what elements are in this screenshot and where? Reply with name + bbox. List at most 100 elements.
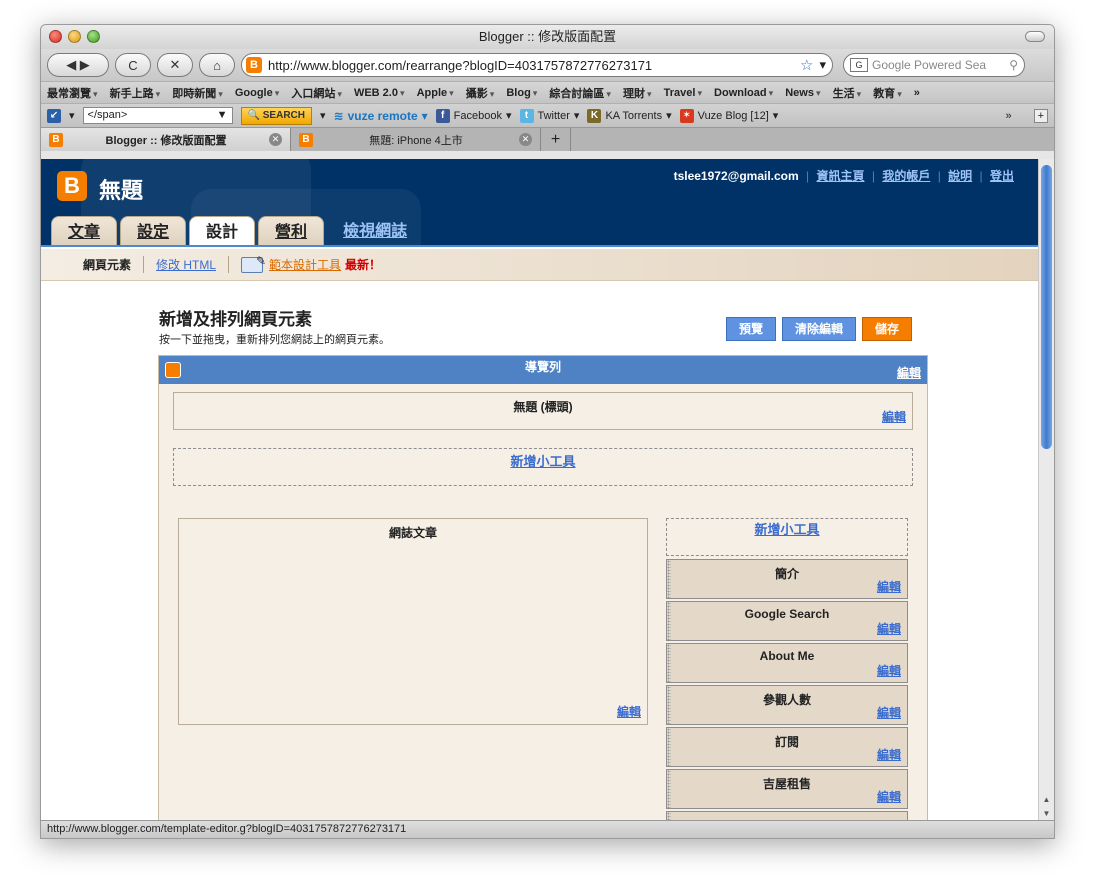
- sidebar-widget-subscribe[interactable]: 訂閱 編輯: [666, 727, 908, 767]
- drag-handle[interactable]: [667, 602, 671, 640]
- bookmark-folder[interactable]: Blog ▾: [506, 87, 537, 99]
- search-box[interactable]: G Google Powered Sea ⚲: [843, 53, 1025, 77]
- bookmark-folder[interactable]: Apple ▾: [417, 87, 454, 99]
- add-gadget-link[interactable]: 新增小工具: [510, 454, 575, 469]
- blogger-logo-icon[interactable]: B: [57, 171, 87, 201]
- dashboard-link[interactable]: 資訊主頁: [817, 169, 865, 183]
- help-link[interactable]: 說明: [948, 169, 972, 183]
- toolbar-dropdown-icon[interactable]: ▾: [69, 109, 75, 122]
- sidebar-widget-profile[interactable]: 簡介 編輯: [666, 559, 908, 599]
- tab-design[interactable]: 設計: [189, 216, 256, 247]
- add-gadget-sidebar[interactable]: 新增小工具: [666, 518, 908, 556]
- reload-button[interactable]: C: [115, 53, 151, 77]
- stop-button[interactable]: ✕: [157, 53, 193, 77]
- blog-posts-widget[interactable]: 網誌文章 編輯: [178, 518, 648, 725]
- search-icon[interactable]: ⚲: [1009, 58, 1018, 72]
- my-account-link[interactable]: 我的帳戶: [882, 169, 930, 183]
- drag-handle[interactable]: [667, 644, 671, 682]
- url-input[interactable]: http://www.blogger.com/rearrange?blogID=…: [268, 58, 794, 73]
- back-forward-button[interactable]: ◀ ▶: [47, 53, 109, 77]
- bookmark-folder[interactable]: Google ▾: [235, 87, 280, 99]
- toolbar-combo-input[interactable]: </span> ▼: [82, 107, 233, 124]
- scroll-up-arrow-icon[interactable]: ▲: [1039, 793, 1054, 807]
- blog-posts-edit-link[interactable]: 編輯: [617, 703, 641, 720]
- zoom-window-button[interactable]: [87, 30, 100, 43]
- search-input[interactable]: Google Powered Sea: [872, 58, 1005, 72]
- bookmark-folder[interactable]: 最常瀏覽 ▾: [47, 85, 98, 101]
- subnav-template-designer[interactable]: 範本設計工具: [269, 258, 341, 272]
- toolbar-search-button[interactable]: 🔍 SEARCH: [240, 106, 312, 125]
- bookmark-folder[interactable]: Travel ▾: [664, 87, 702, 99]
- widget-edit-link[interactable]: 編輯: [877, 788, 901, 805]
- bookmark-folder[interactable]: 新手上路 ▾: [110, 85, 161, 101]
- vuze-remote-button[interactable]: ≋ vuze remote ▾: [334, 109, 428, 123]
- clear-edits-button[interactable]: 清除編輯: [781, 317, 856, 341]
- drag-handle[interactable]: [667, 770, 671, 808]
- tab-blogger-layout[interactable]: B Blogger :: 修改版面配置 ✕: [41, 128, 291, 151]
- home-button[interactable]: ⌂: [199, 53, 235, 77]
- vertical-scrollbar[interactable]: ▲ ▼: [1038, 159, 1054, 823]
- bookmark-folder[interactable]: 生活 ▾: [833, 85, 862, 101]
- twitter-button[interactable]: t Twitter ▾: [519, 108, 579, 123]
- header-edit-link[interactable]: 編輯: [882, 408, 906, 425]
- widget-edit-link[interactable]: 編輯: [877, 578, 901, 595]
- save-button[interactable]: 儲存: [861, 317, 912, 341]
- sidebar-widget-visitors[interactable]: 參觀人數 編輯: [666, 685, 908, 725]
- bookmark-folder[interactable]: News ▾: [785, 87, 820, 99]
- toolbar-logo-icon[interactable]: ↙: [47, 108, 61, 123]
- header-widget[interactable]: 無題 (標頭) 編輯: [173, 392, 913, 430]
- bookmark-folder[interactable]: 即時新聞 ▾: [172, 85, 223, 101]
- bookmark-folder[interactable]: 理財 ▾: [623, 85, 652, 101]
- facebook-button[interactable]: f Facebook ▾: [435, 108, 512, 123]
- view-blog-link[interactable]: 檢視網誌: [327, 216, 423, 247]
- drag-handle[interactable]: [667, 686, 671, 724]
- minimize-window-button[interactable]: [68, 30, 81, 43]
- new-tab-button[interactable]: +: [541, 128, 571, 151]
- tab-close-icon[interactable]: ✕: [519, 133, 532, 146]
- subnav-page-elements[interactable]: 網頁元素: [71, 256, 145, 273]
- bookmark-folder[interactable]: 入口網站 ▾: [291, 85, 342, 101]
- bookmark-folder[interactable]: Download ▾: [714, 87, 773, 99]
- tab-blog-post[interactable]: B 無題: iPhone 4上市 ✕: [291, 128, 541, 151]
- design-subnav: 網頁元素 修改 HTML 範本設計工具最新！: [41, 249, 1040, 281]
- search-engine-icon[interactable]: G: [850, 58, 868, 72]
- url-history-dropdown-icon[interactable]: ▾: [819, 57, 826, 73]
- bookmark-folder[interactable]: WEB 2.0 ▾: [354, 87, 405, 99]
- navbar-edit-link[interactable]: 編輯: [897, 364, 921, 381]
- bookmark-star-icon[interactable]: ☆: [800, 56, 813, 74]
- bookmark-folder[interactable]: 攝影 ▾: [466, 85, 495, 101]
- widget-edit-link[interactable]: 編輯: [877, 746, 901, 763]
- toolbar-search-dropdown-icon[interactable]: ▾: [320, 109, 326, 122]
- toolbar-add-button[interactable]: +: [1033, 108, 1048, 123]
- preview-button[interactable]: 預覽: [725, 317, 776, 341]
- tab-close-icon[interactable]: ✕: [269, 133, 282, 146]
- tab-settings[interactable]: 設定: [120, 216, 187, 247]
- tab-monetize[interactable]: 營利: [258, 216, 325, 247]
- sidebar-widget-google-search[interactable]: Google Search 編輯: [666, 601, 908, 641]
- widget-edit-link[interactable]: 編輯: [877, 620, 901, 637]
- drag-handle[interactable]: [667, 728, 671, 766]
- sidebar-widget-about-me[interactable]: About Me 編輯: [666, 643, 908, 683]
- back-forward-icon: ◀ ▶: [66, 57, 90, 72]
- sign-out-link[interactable]: 登出: [990, 169, 1014, 183]
- add-gadget-link[interactable]: 新增小工具: [754, 522, 819, 537]
- bookmark-folder[interactable]: 教育 ▾: [873, 85, 902, 101]
- tab-posting[interactable]: 文章: [51, 216, 118, 247]
- navbar-widget[interactable]: 導覽列 編輯: [159, 356, 927, 384]
- scroll-down-arrow-icon[interactable]: ▼: [1039, 807, 1054, 821]
- drag-handle[interactable]: [667, 560, 671, 598]
- sidebar-widget-rentals[interactable]: 吉屋租售 編輯: [666, 769, 908, 809]
- katorrents-button[interactable]: K KA Torrents ▾: [587, 108, 672, 123]
- widget-edit-link[interactable]: 編輯: [877, 704, 901, 721]
- subnav-edit-html[interactable]: 修改 HTML: [156, 258, 216, 272]
- scrollbar-thumb[interactable]: [1041, 165, 1052, 449]
- add-gadget-header[interactable]: 新增小工具: [173, 448, 913, 486]
- bookmark-folder[interactable]: 綜合討論區 ▾: [549, 85, 611, 101]
- close-window-button[interactable]: [49, 30, 62, 43]
- vuze-blog-button[interactable]: ✶ Vuze Blog [12] ▾: [679, 108, 778, 123]
- toolbar-overflow-button[interactable]: »: [1005, 110, 1011, 122]
- address-bar[interactable]: B http://www.blogger.com/rearrange?blogI…: [241, 53, 833, 77]
- widget-edit-link[interactable]: 編輯: [877, 662, 901, 679]
- bookmarks-overflow-icon[interactable]: »: [914, 87, 920, 99]
- toolbar-toggle-button[interactable]: [1025, 31, 1045, 42]
